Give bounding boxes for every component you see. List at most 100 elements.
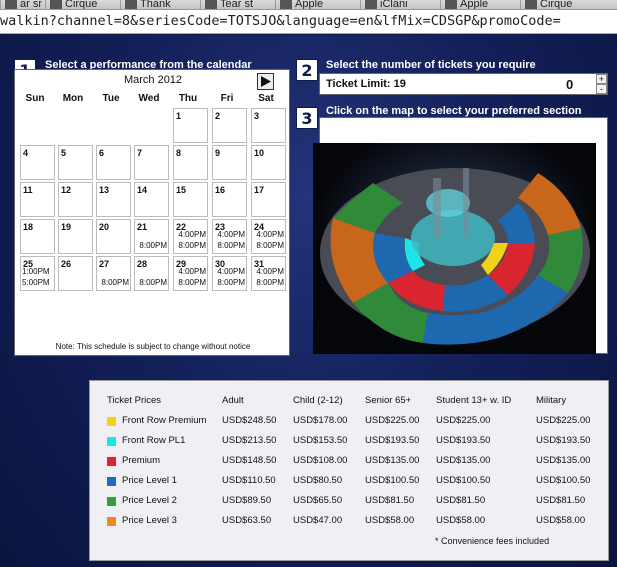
calendar-day[interactable]: 14 — [134, 182, 169, 217]
column-header: Student 13+ w. ID — [436, 395, 512, 406]
showtime[interactable]: 8:00PM — [256, 241, 284, 250]
performance-calendar: March 2012 Note: This schedule is subjec… — [14, 69, 290, 356]
price-level-swatch — [107, 417, 116, 426]
browser-tab[interactable]: Cirque — [45, 0, 101, 9]
browser-tab[interactable]: iClani — [360, 0, 412, 9]
decrease-button[interactable]: - — [596, 84, 607, 94]
calendar-day[interactable]: 25 1:00PM 5:00PM — [20, 256, 55, 291]
browser-tab[interactable]: Cirque — [520, 0, 576, 9]
price-child: USD$80.50 — [293, 475, 343, 486]
weekday-header: Sun — [25, 93, 45, 104]
calendar-day[interactable]: 29 4:00PM 8:00PM — [173, 256, 208, 291]
calendar-day[interactable]: 23 4:00PM 8:00PM — [212, 219, 247, 254]
calendar-day[interactable]: 20 — [96, 219, 131, 254]
showtime[interactable]: 4:00PM — [217, 230, 245, 239]
calendar-day[interactable]: 15 — [173, 182, 208, 217]
calendar-day[interactable]: 7 — [134, 145, 169, 180]
calendar-day[interactable]: 10 — [251, 145, 286, 180]
calendar-day[interactable]: 16 — [212, 182, 247, 217]
calendar-day[interactable]: 17 — [251, 182, 286, 217]
calendar-day[interactable]: 2 — [212, 108, 247, 143]
calendar-day[interactable]: 5 — [58, 145, 93, 180]
calendar-day[interactable]: 24 4:00PM 8:00PM — [251, 219, 286, 254]
day-number: 4 — [23, 148, 29, 158]
c-icon — [365, 0, 377, 9]
browser-tab[interactable]: Apple — [275, 0, 327, 10]
browser-tab-label: Thank — [140, 0, 171, 10]
seating-map[interactable] — [313, 143, 596, 354]
calendar-day[interactable]: 12 — [58, 182, 93, 217]
column-header: Child (2-12) — [293, 395, 343, 406]
calendar-day[interactable]: 26 — [58, 256, 93, 291]
day-number: 15 — [176, 185, 187, 195]
price-level-name: Price Level 2 — [122, 495, 177, 506]
calendar-day[interactable]: 6 — [96, 145, 131, 180]
price-adult: USD$89.50 — [222, 495, 272, 506]
showtime[interactable]: 8:00PM — [139, 241, 167, 250]
price-adult: USD$63.50 — [222, 515, 272, 526]
address-bar[interactable]: walkin?channel=8&seriesCode=TOTSJO&langu… — [0, 10, 617, 34]
arena-map-graphic — [313, 143, 596, 354]
calendar-day[interactable]: 13 — [96, 182, 131, 217]
showtime[interactable]: 8:00PM — [178, 241, 206, 250]
price-military: USD$58.00 — [536, 515, 586, 526]
browser-tab[interactable]: Thank — [120, 0, 175, 10]
showtime[interactable]: 8:00PM — [101, 278, 129, 287]
showtime[interactable]: 4:00PM — [217, 267, 245, 276]
price-adult: USD$148.50 — [222, 455, 277, 466]
showtime[interactable]: 8:00PM — [217, 241, 245, 250]
calendar-day[interactable]: 30 4:00PM 8:00PM — [212, 256, 247, 291]
day-number: 19 — [61, 222, 72, 232]
price-child: USD$47.00 — [293, 515, 343, 526]
day-number: 18 — [23, 222, 34, 232]
calendar-day[interactable]: 27 8:00PM — [96, 256, 131, 291]
price-adult: USD$213.50 — [222, 435, 277, 446]
calendar-day[interactable]: 11 — [20, 182, 55, 217]
day-number: 14 — [137, 185, 148, 195]
day-number: 8 — [176, 148, 182, 158]
showtime[interactable]: 4:00PM — [178, 230, 206, 239]
price-level-name: Premium — [122, 455, 161, 466]
showtime[interactable]: 4:00PM — [256, 230, 284, 239]
browser-tab[interactable]: Tear st — [200, 0, 257, 10]
showtime[interactable]: 8:00PM — [139, 278, 167, 287]
calendar-day[interactable]: 19 — [58, 219, 93, 254]
showtime[interactable]: 1:00PM — [22, 267, 50, 276]
price-level-swatch — [107, 437, 116, 446]
day-number: 6 — [99, 148, 105, 158]
browser-tab-label: Apple — [295, 0, 324, 10]
calendar-day[interactable]: 22 4:00PM 8:00PM — [173, 219, 208, 254]
showtime[interactable]: 8:00PM — [256, 278, 284, 287]
calendar-day[interactable]: 1 — [173, 108, 208, 143]
ticket-limit: Ticket Limit: 19 — [326, 78, 406, 90]
price-senior: USD$58.00 — [365, 515, 415, 526]
calendar-day[interactable]: 18 — [20, 219, 55, 254]
calendar-day[interactable]: 8 — [173, 145, 208, 180]
browser-tab[interactable]: Apple — [440, 0, 492, 9]
cirque-icon — [50, 0, 62, 9]
browser-tab-label: Tear st — [220, 0, 254, 10]
ticket-page: 1 Select a performance from the calendar… — [0, 35, 617, 567]
calendar-day[interactable]: 31 4:00PM 8:00PM — [251, 256, 286, 291]
increase-button[interactable]: + — [596, 74, 607, 84]
price-level-swatch — [107, 497, 116, 506]
showtime[interactable]: 8:00PM — [178, 278, 206, 287]
price-level-name: Front Row Premium — [122, 415, 207, 426]
weekday-header: Wed — [138, 93, 160, 104]
browser-tab-label: ar sr — [20, 0, 42, 10]
ticket-prices-table: * Convenience fees included Ticket Price… — [89, 380, 609, 561]
calendar-day[interactable]: 21 8:00PM — [134, 219, 169, 254]
price-table-header: Ticket Prices Adult Child (2-12) Senior 65+… — [90, 395, 610, 409]
calendar-day[interactable]: 3 — [251, 108, 286, 143]
day-number: 5 — [61, 148, 67, 158]
showtime[interactable]: 8:00PM — [217, 278, 245, 287]
browser-tab[interactable]: ar sr — [0, 0, 46, 10]
next-month-button[interactable] — [257, 73, 274, 90]
calendar-day[interactable]: 4 — [20, 145, 55, 180]
price-row: Price Level 2 USD$89.50 USD$65.50 USD$81.50… — [90, 495, 610, 509]
showtime[interactable]: 5:00PM — [22, 278, 50, 287]
calendar-day[interactable]: 28 8:00PM — [134, 256, 169, 291]
showtime[interactable]: 4:00PM — [256, 267, 284, 276]
calendar-day[interactable]: 9 — [212, 145, 247, 180]
showtime[interactable]: 4:00PM — [178, 267, 206, 276]
